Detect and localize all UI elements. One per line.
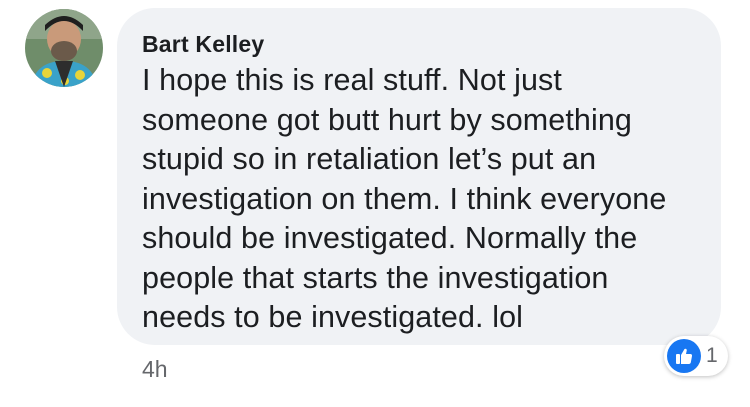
comment-text-line: someone got butt hurt by something (142, 102, 632, 137)
comment-text-line: stupid so in retaliation let’s put an (142, 142, 597, 176)
comment: Bart Kelley I hope this is real stuff. N… (0, 0, 750, 407)
comment-author[interactable]: Bart Kelley (142, 30, 693, 58)
comment-timestamp[interactable]: 4h (142, 355, 168, 383)
comment-text: I hope this is real stuff. Not just some… (142, 61, 693, 338)
avatar[interactable] (25, 9, 103, 87)
reaction-summary[interactable]: 1 (664, 336, 728, 376)
comment-text-line: investigation on them. I think everyone (142, 181, 667, 216)
comment-text-line: needs to be investigated. lol (142, 300, 524, 334)
like-icon (667, 339, 701, 373)
comment-text-line: people that starts the investigation (142, 260, 609, 295)
comment-bubble: Bart Kelley I hope this is real stuff. N… (117, 8, 721, 345)
comment-text-line: should be investigated. Normally the (142, 221, 638, 255)
reaction-count: 1 (706, 344, 718, 367)
comment-text-line: I hope this is real stuff. Not just (142, 63, 562, 97)
avatar-image (25, 9, 103, 87)
